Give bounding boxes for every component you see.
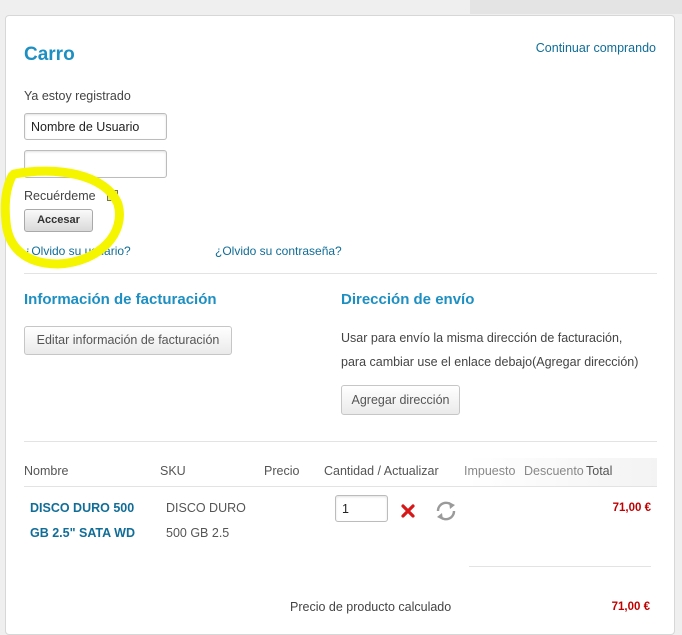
highlight-circle-annotation (0, 166, 124, 269)
subtotal-value: 71,00 € (611, 601, 650, 613)
col-header-sku: SKU (160, 464, 186, 478)
add-address-button[interactable]: Agregar dirección (341, 385, 460, 415)
forgot-password-link[interactable]: ¿Olvido su contraseña? (215, 244, 342, 258)
col-header-discount: Descuento (524, 464, 584, 478)
subtotal-divider (469, 566, 651, 567)
col-header-total: Total (586, 464, 613, 478)
product-sku-line1: DISCO DURO (166, 501, 246, 515)
section-divider (24, 441, 657, 442)
header-decoration (470, 0, 682, 14)
registered-label: Ya estoy registrado (24, 89, 131, 103)
row-total: 71,00 € (612, 502, 651, 514)
col-header-tax: Impuesto (464, 464, 516, 478)
quantity-input[interactable] (335, 495, 388, 522)
shipping-heading: Dirección de envío (341, 291, 475, 308)
refresh-icon[interactable] (434, 500, 458, 522)
edit-billing-button[interactable]: Editar información de facturación (24, 326, 232, 355)
billing-heading: Información de facturación (24, 291, 217, 308)
col-header-quantity: Cantidad / Actualizar (324, 464, 439, 478)
cart-panel: Carro Continuar comprando Ya estoy regis… (0, 15, 675, 635)
product-name-line1[interactable]: DISCO DURO 500 (30, 496, 134, 521)
table-row: DISCO DURO 500 GB 2.5" SATA WD DISCO DUR… (24, 495, 657, 556)
username-input[interactable] (24, 113, 167, 140)
shipping-note-line1: Usar para envío la misma dirección de fa… (341, 331, 623, 345)
shipping-note-line2: para cambiar use el enlace debajo(Agrega… (341, 355, 639, 369)
subtotal-label: Precio de producto calculado (290, 600, 452, 614)
continue-shopping-link[interactable]: Continuar comprando (536, 41, 656, 55)
col-header-name: Nombre (24, 464, 69, 478)
product-name-line2[interactable]: GB 2.5" SATA WD (30, 521, 135, 546)
section-divider (24, 273, 657, 274)
remove-icon[interactable] (401, 504, 415, 518)
col-header-price: Precio (264, 464, 300, 478)
product-sku-line2: 500 GB 2.5 (166, 526, 230, 540)
page-title: Carro (24, 44, 75, 65)
